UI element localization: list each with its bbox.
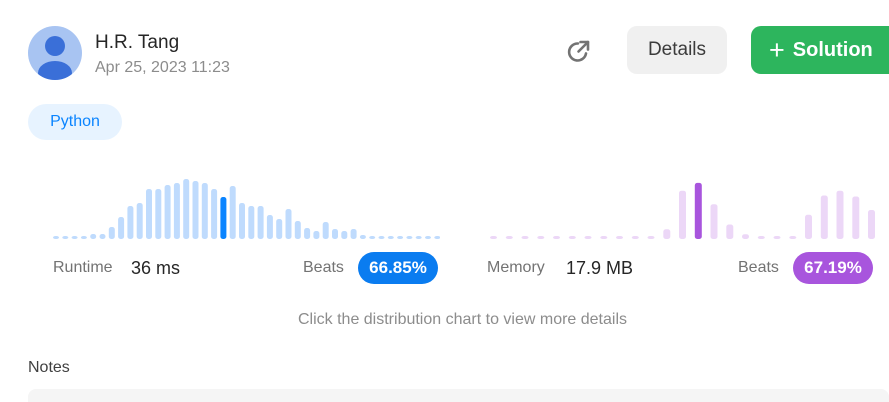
memory-distribution-bar[interactable] [584, 236, 592, 239]
share-icon [567, 40, 590, 62]
memory-distribution-bar[interactable] [600, 236, 608, 239]
runtime-distribution-bar[interactable] [294, 221, 301, 239]
runtime-distribution-bar[interactable] [304, 228, 311, 239]
runtime-distribution-bar[interactable] [173, 183, 180, 239]
runtime-distribution-bar[interactable] [211, 189, 218, 239]
notes-input[interactable] [28, 389, 889, 402]
runtime-distribution-bar[interactable] [285, 209, 292, 239]
runtime-distribution-bar[interactable] [276, 219, 283, 239]
memory-distribution-bar[interactable] [694, 182, 702, 239]
runtime-distribution-bar[interactable] [239, 203, 245, 239]
memory-distribution-bar[interactable] [505, 236, 513, 239]
runtime-distribution-bar[interactable] [425, 236, 431, 239]
runtime-label: Runtime [53, 259, 113, 276]
memory-distribution-chart[interactable] [480, 172, 880, 244]
runtime-distribution-bar[interactable] [434, 236, 440, 239]
memory-distribution-bar[interactable] [553, 236, 560, 239]
runtime-distribution-bar[interactable] [322, 222, 329, 239]
memory-distribution-bar[interactable] [789, 236, 797, 239]
runtime-distribution-bar[interactable] [118, 217, 125, 239]
runtime-distribution-bar[interactable] [415, 236, 422, 239]
memory-beats-badge: 67.19% [793, 252, 873, 284]
runtime-distribution-bar[interactable] [201, 183, 208, 239]
runtime-distribution-bar[interactable] [378, 236, 385, 239]
memory-distribution-bar[interactable] [616, 236, 623, 239]
runtime-distribution-bar[interactable] [332, 229, 338, 239]
memory-label: Memory [487, 259, 545, 276]
memory-distribution-bar[interactable] [868, 210, 875, 239]
runtime-beats-label: Beats [303, 259, 344, 276]
runtime-distribution-bar[interactable] [183, 179, 190, 239]
runtime-distribution-bar[interactable] [192, 181, 199, 239]
user-name[interactable]: H.R. Tang [95, 32, 179, 54]
runtime-distribution-bar[interactable] [90, 234, 97, 239]
runtime-distribution-bar[interactable] [229, 186, 236, 239]
memory-distribution-bar[interactable] [820, 195, 828, 240]
share-button[interactable] [560, 34, 596, 70]
runtime-distribution-chart[interactable] [45, 172, 440, 244]
runtime-distribution-bar[interactable] [146, 189, 152, 239]
runtime-distribution-bar[interactable] [53, 236, 59, 239]
runtime-distribution-bar[interactable] [257, 206, 264, 239]
memory-distribution-bar[interactable] [663, 229, 671, 239]
memory-distribution-bar[interactable] [836, 190, 844, 239]
runtime-distribution-bar[interactable] [155, 189, 162, 239]
runtime-distribution-bar[interactable] [220, 197, 227, 239]
runtime-distribution-bar[interactable] [369, 236, 376, 239]
runtime-distribution-bar[interactable] [359, 235, 366, 239]
memory-distribution-bar[interactable] [773, 236, 781, 239]
plus-icon: + [769, 34, 785, 65]
memory-distribution-bar[interactable] [631, 236, 639, 239]
runtime-distribution-bar[interactable] [62, 236, 69, 239]
runtime-distribution-bar[interactable] [341, 231, 348, 239]
runtime-distribution-bar[interactable] [248, 206, 255, 239]
memory-distribution-bar[interactable] [710, 204, 718, 239]
chart-hint-text: Click the distribution chart to view mor… [297, 311, 628, 328]
runtime-distribution-bar[interactable] [313, 231, 320, 239]
memory-distribution-bar[interactable] [537, 236, 545, 239]
solution-button-label: Solution [792, 38, 873, 61]
runtime-distribution-bar[interactable] [136, 203, 143, 239]
runtime-distribution-bar[interactable] [127, 206, 134, 239]
runtime-value: 36 ms [131, 258, 181, 278]
user-avatar-icon[interactable] [28, 26, 82, 80]
submission-date: Apr 25, 2023 11:23 [95, 59, 230, 76]
runtime-distribution-bar[interactable] [397, 236, 404, 239]
runtime-distribution-bar[interactable] [99, 234, 106, 239]
memory-distribution-bar[interactable] [805, 214, 812, 239]
memory-distribution-bar[interactable] [490, 236, 497, 239]
details-button[interactable]: Details [627, 26, 727, 74]
runtime-distribution-bar[interactable] [71, 236, 78, 239]
runtime-distribution-bar[interactable] [266, 215, 273, 239]
runtime-distribution-bar[interactable] [350, 229, 357, 239]
language-tag[interactable]: Python [28, 104, 122, 140]
memory-distribution-bar[interactable] [726, 224, 734, 240]
notes-label: Notes [28, 359, 70, 376]
memory-distribution-bar[interactable] [757, 236, 765, 239]
memory-value: 17.9 MB [566, 258, 634, 278]
add-solution-button[interactable]: + Solution [751, 26, 889, 74]
memory-distribution-bar[interactable] [568, 236, 576, 239]
memory-distribution-bar[interactable] [647, 236, 655, 239]
runtime-distribution-bar[interactable] [387, 236, 394, 239]
memory-distribution-bar[interactable] [679, 190, 686, 239]
memory-beats-label: Beats [738, 259, 779, 276]
runtime-distribution-bar[interactable] [108, 227, 115, 239]
memory-distribution-bar[interactable] [521, 236, 529, 239]
runtime-beats-badge: 66.85% [358, 252, 438, 284]
runtime-distribution-bar[interactable] [80, 236, 87, 239]
runtime-distribution-bar[interactable] [406, 236, 413, 239]
memory-distribution-bar[interactable] [742, 234, 749, 239]
runtime-distribution-bar[interactable] [164, 185, 171, 239]
memory-distribution-bar[interactable] [852, 196, 860, 240]
